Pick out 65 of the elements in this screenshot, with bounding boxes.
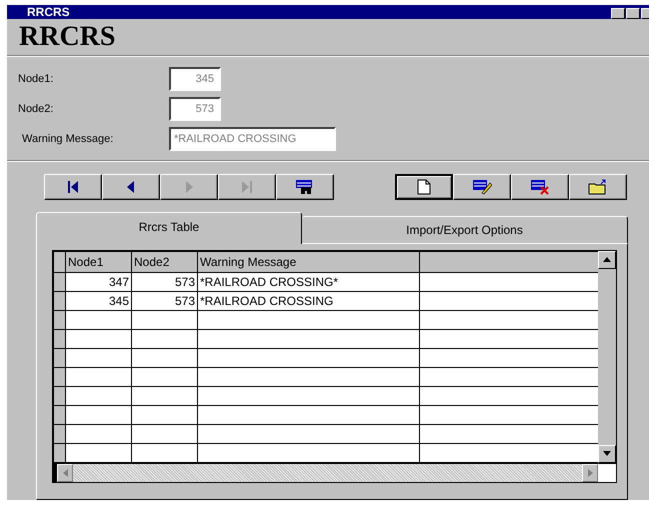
row-selector[interactable]: [54, 329, 66, 348]
up-arrow-icon: [603, 257, 611, 262]
row-selector[interactable]: [54, 405, 66, 424]
table-cell: 345: [66, 291, 132, 310]
row-selector[interactable]: [54, 251, 66, 272]
horizontal-scrollbar[interactable]: [53, 464, 598, 482]
folder-icon: [588, 178, 608, 195]
scroll-left-button[interactable]: [57, 464, 73, 482]
empty-cell: [132, 310, 198, 330]
row-selector[interactable]: [54, 443, 66, 462]
table-cell: 347: [66, 272, 132, 292]
row-selector[interactable]: [54, 367, 66, 386]
edit-record-button[interactable]: [453, 174, 511, 200]
new-record-button[interactable]: [395, 174, 453, 200]
column-header[interactable]: Warning Message: [198, 251, 420, 272]
input-field: 573: [169, 96, 221, 121]
empty-cell: [132, 405, 198, 424]
delete-record-button[interactable]: [511, 174, 569, 200]
find-button[interactable]: [276, 174, 334, 200]
row-selector[interactable]: [54, 272, 66, 292]
column-header[interactable]: Node2: [132, 251, 198, 272]
minimize-button[interactable]: [611, 8, 625, 19]
scroll-down-button[interactable]: [598, 444, 616, 463]
field-label: Node1:: [17, 72, 54, 85]
scroll-right-button[interactable]: [582, 464, 598, 482]
tab[interactable]: Import/Export Options: [302, 216, 628, 244]
tab[interactable]: Rrcrs Table: [36, 212, 302, 244]
empty-cell: [132, 329, 198, 348]
empty-cell: [132, 367, 198, 386]
empty-cell: [132, 424, 198, 444]
row-selector[interactable]: [54, 310, 66, 330]
row-selector[interactable]: [54, 291, 66, 310]
triangle-right-icon: [184, 180, 194, 194]
table-cell: 573: [132, 291, 198, 310]
grid-cross-icon: [530, 178, 550, 195]
column-header[interactable]: Node1: [66, 251, 132, 272]
triangle-left-icon: [126, 180, 136, 194]
down-arrow-icon: [603, 451, 611, 456]
row-selector[interactable]: [54, 424, 66, 444]
empty-cell: [132, 348, 198, 368]
vertical-scrollbar[interactable]: [598, 250, 616, 463]
blank-page-icon: [417, 178, 431, 195]
row-selector[interactable]: [54, 348, 66, 368]
window-title: RRCRS: [27, 5, 70, 19]
binoculars-icon: [295, 178, 315, 195]
input-field: *RAILROAD CROSSING: [169, 126, 336, 151]
skip-forward-icon: [241, 180, 253, 194]
skip-back-icon: [67, 180, 79, 194]
table-cell: 573: [132, 272, 198, 292]
table-cell: *RAILROAD CROSSING: [198, 291, 420, 310]
left-arrow-icon: [62, 468, 68, 477]
maximize-button[interactable]: [626, 8, 640, 19]
field-label: Warning Message:: [21, 132, 114, 145]
previous-record-button[interactable]: [102, 174, 160, 200]
field-label: Node2:: [17, 102, 54, 115]
empty-cell: [132, 386, 198, 406]
table-cell: *RAILROAD CROSSING*: [198, 272, 420, 292]
export-button[interactable]: [569, 174, 627, 200]
input-field: 345: [169, 66, 221, 91]
right-arrow-icon: [588, 468, 592, 477]
scroll-up-button[interactable]: [598, 250, 616, 269]
pencil-grid-icon: [472, 178, 492, 195]
page-heading: RRCRS: [19, 20, 116, 53]
row-selector[interactable]: [54, 386, 66, 406]
first-record-button[interactable]: [44, 174, 102, 200]
